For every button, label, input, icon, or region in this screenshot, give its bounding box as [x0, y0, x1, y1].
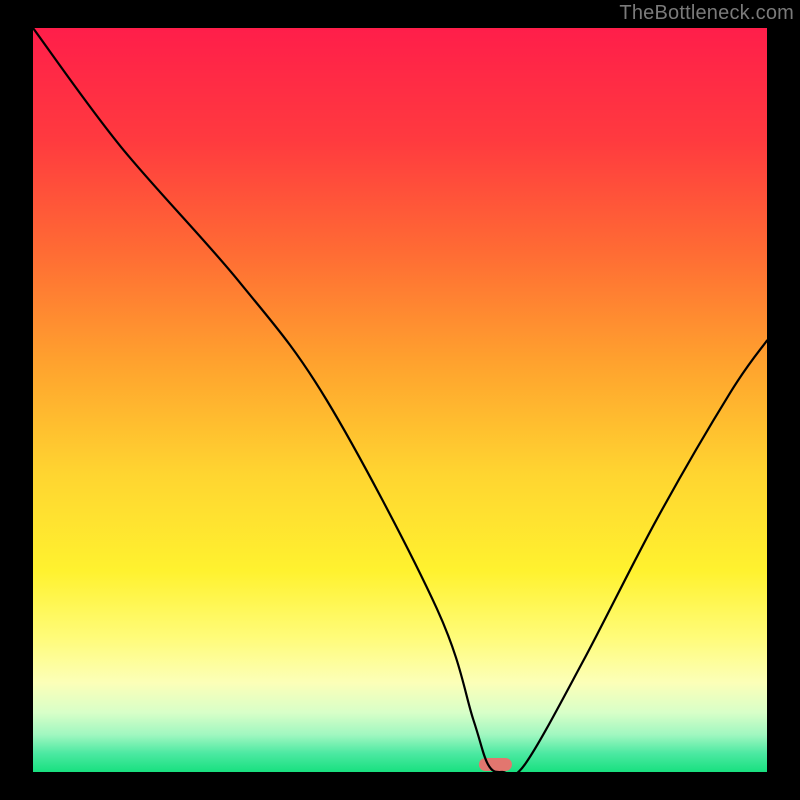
- optimal-marker: [479, 758, 512, 771]
- plot-area: [33, 28, 767, 772]
- bottleneck-chart: [33, 28, 767, 772]
- gradient-background: [33, 28, 767, 772]
- chart-frame: TheBottleneck.com: [0, 0, 800, 800]
- watermark-label: TheBottleneck.com: [619, 2, 794, 25]
